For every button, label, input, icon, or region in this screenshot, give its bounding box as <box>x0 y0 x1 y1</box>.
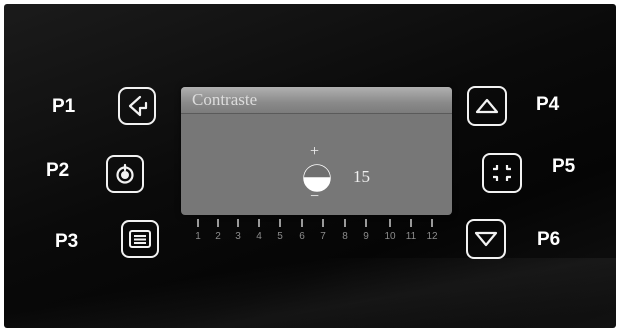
dialog-title: Contraste <box>192 90 258 109</box>
scale-tick: 7 <box>317 219 329 242</box>
scale-tick: 4 <box>253 219 265 242</box>
menu-button[interactable] <box>121 220 159 258</box>
label-p6: P6 <box>537 229 561 250</box>
scale-tick: 2 <box>212 219 224 242</box>
focus-button[interactable] <box>482 153 522 193</box>
dialog-header: Contraste <box>181 87 452 114</box>
down-button[interactable] <box>466 219 506 259</box>
up-button[interactable] <box>467 86 507 126</box>
scale-tick: 8 <box>339 219 351 242</box>
back-button[interactable] <box>118 87 156 125</box>
label-p2: P2 <box>46 160 70 181</box>
scale-tick: 9 <box>360 219 372 242</box>
decrease-indicator[interactable]: − <box>310 188 319 206</box>
back-arrow-icon <box>128 95 148 117</box>
tick-scale: 1 2 3 4 5 6 7 8 9 10 11 12 <box>190 219 450 249</box>
scale-tick: 10 <box>382 219 398 242</box>
scale-tick: 1 <box>192 219 204 242</box>
scale-tick: 12 <box>424 219 440 242</box>
scale-tick: 5 <box>274 219 286 242</box>
menu-list-icon <box>129 230 151 248</box>
label-p3: P3 <box>55 231 79 252</box>
scale-tick: 6 <box>296 219 308 242</box>
triangle-down-icon <box>474 231 498 247</box>
label-p5: P5 <box>552 156 576 177</box>
label-p1: P1 <box>52 96 76 117</box>
power-button[interactable] <box>106 155 144 193</box>
center-focus-icon <box>493 165 511 181</box>
scale-tick: 11 <box>403 219 419 242</box>
scale-tick: 3 <box>232 219 244 242</box>
contrast-value: 15 <box>353 167 370 186</box>
label-p4: P4 <box>536 94 560 115</box>
triangle-up-icon <box>475 98 499 114</box>
power-icon <box>116 163 134 184</box>
increase-indicator[interactable]: + <box>310 143 319 161</box>
